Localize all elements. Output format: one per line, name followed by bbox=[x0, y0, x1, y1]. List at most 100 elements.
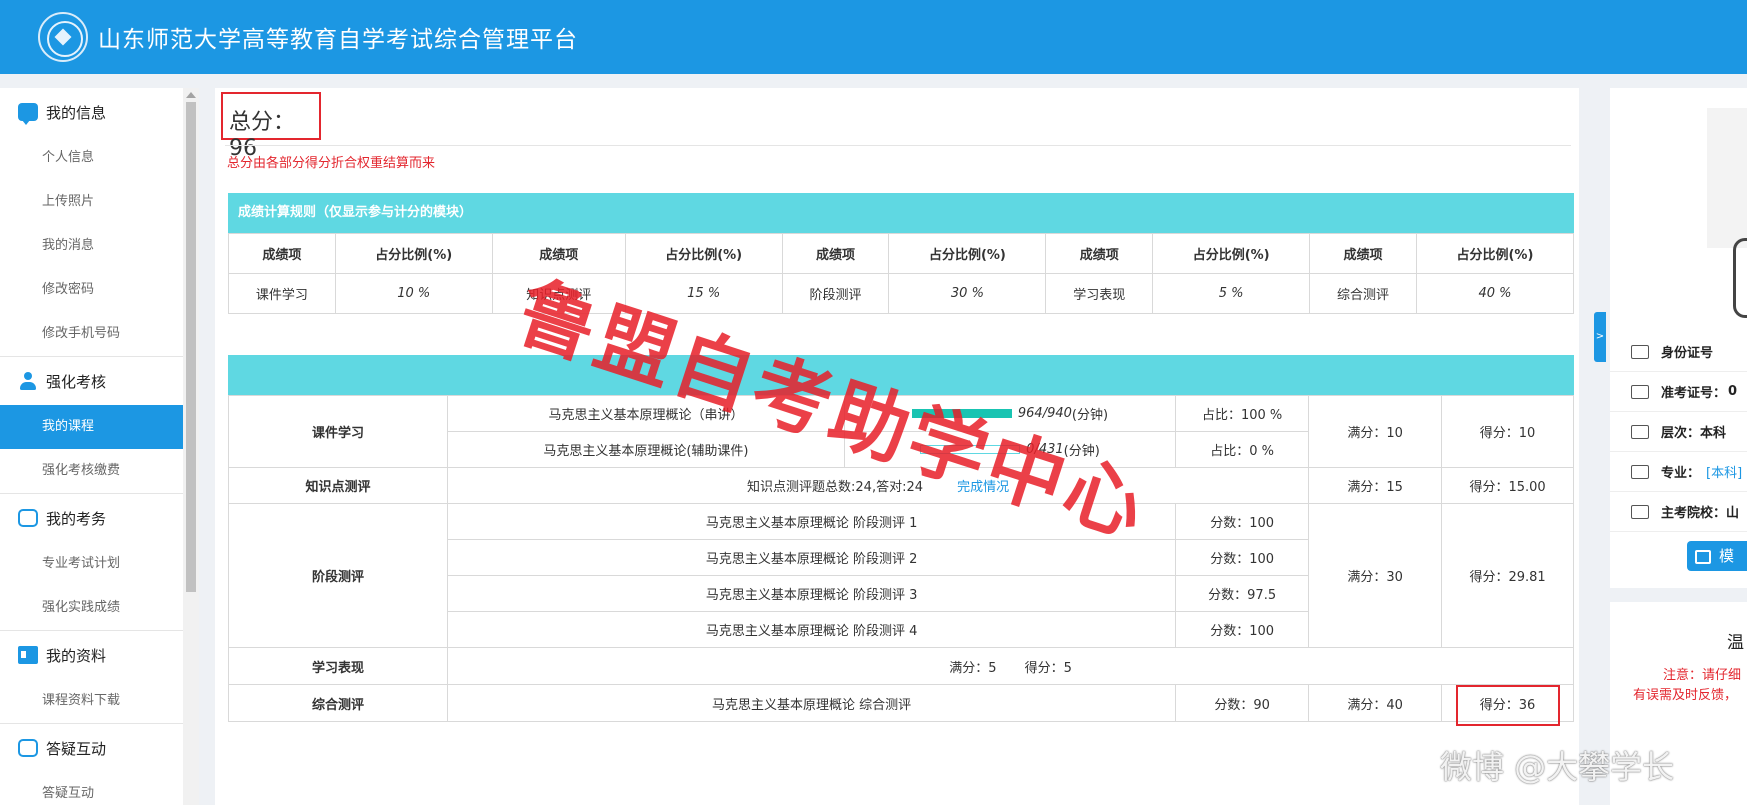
course-progress: 964/940 (分钟) bbox=[843, 395, 1177, 432]
rule-item-name: 课件学习 bbox=[228, 273, 336, 314]
info-label: 层次： bbox=[1661, 426, 1701, 441]
nav-group-qa: 答疑互动 答疑互动 bbox=[0, 724, 183, 805]
sidebar-item-upload-photo[interactable]: 上传照片 bbox=[0, 180, 183, 224]
scrollbar-thumb[interactable] bbox=[186, 102, 196, 592]
nav-head-label: 我的考务 bbox=[46, 509, 107, 528]
stage-test-score: 分数：100 bbox=[1175, 611, 1310, 648]
sidebar-item-material-download[interactable]: 课程资料下载 bbox=[0, 679, 183, 723]
weibo-watermark: 微博 @大攀学长 bbox=[1440, 748, 1675, 786]
progress-time: 964/940 bbox=[1017, 406, 1072, 421]
course-title[interactable]: 马克思主义基本原理概论(辅助课件) bbox=[447, 431, 845, 468]
info-value: 山 bbox=[1726, 506, 1740, 521]
category-knowledge: 知识点测评 bbox=[227, 467, 449, 504]
nav-head-exam-affairs[interactable]: 我的考务 bbox=[0, 494, 183, 542]
sidebar-item-change-phone[interactable]: 修改手机号码 bbox=[0, 312, 183, 356]
course-share: 占比：100 % bbox=[1175, 395, 1310, 432]
table-row: 阶段测评 马克思主义基本原理概论 阶段测评 1 分数：100 满分：30 得分：… bbox=[227, 503, 1574, 648]
main-content: 总分：96 总分由各部分得分折合权重结算而来 成绩计算规则（仅显示参与计分的模块… bbox=[215, 88, 1579, 805]
student-info-panel: 身份证号 准考证号： 0 层次： 本科 专业： [本科] 主考院校： 山 模 bbox=[1610, 88, 1747, 588]
highlight-box bbox=[1456, 685, 1560, 726]
mock-exam-button[interactable]: 模 bbox=[1687, 541, 1747, 571]
stage-test-title[interactable]: 马克思主义基本原理概论 阶段测评 4 bbox=[447, 611, 1177, 648]
nav-head-label: 强化考核 bbox=[46, 372, 107, 391]
rules-header-ratio: 占分比例(%) bbox=[888, 233, 1047, 274]
stage-test-title[interactable]: 马克思主义基本原理概论 阶段测评 1 bbox=[447, 503, 1177, 540]
rule-item-ratio: 10 % bbox=[334, 273, 493, 314]
earned-score: 得分：15.00 bbox=[1441, 467, 1574, 504]
chat-bubble-icon bbox=[18, 509, 38, 527]
nav-head-qa[interactable]: 答疑互动 bbox=[0, 724, 183, 772]
sidebar-item-practice-scores[interactable]: 强化实践成绩 bbox=[0, 586, 183, 630]
info-label: 主考院校： bbox=[1661, 506, 1727, 521]
rule-item-name: 知识点测评 bbox=[491, 273, 626, 314]
nav-group-exam-affairs: 我的考务 专业考试计划 强化实践成绩 bbox=[0, 494, 183, 631]
sidebar-item-exam-plan[interactable]: 专业考试计划 bbox=[0, 542, 183, 586]
full-score: 满分：40 bbox=[1308, 684, 1443, 722]
info-label: 专业： bbox=[1661, 466, 1701, 481]
scroll-up-arrow-icon[interactable] bbox=[186, 92, 196, 98]
full-score: 满分：30 bbox=[1308, 503, 1443, 648]
category-courseware: 课件学习 bbox=[227, 395, 449, 468]
score-rules-table: 成绩项 占分比例(%) 成绩项 占分比例(%) 成绩项 占分比例(%) 成绩项 … bbox=[228, 233, 1575, 314]
course-progress: 0/431 (分钟) bbox=[843, 431, 1177, 468]
sidebar-item-qa[interactable]: 答疑互动 bbox=[0, 772, 183, 805]
score-detail-header bbox=[228, 355, 1574, 395]
rule-item-name: 阶段测评 bbox=[781, 273, 890, 314]
earned-score-cell: 得分：36 bbox=[1441, 684, 1574, 726]
rules-header-item: 成绩项 bbox=[781, 233, 890, 274]
completion-link[interactable]: 完成情况 bbox=[957, 480, 1009, 495]
sidebar-item-assessment-payment[interactable]: 强化考核缴费 bbox=[0, 449, 183, 493]
info-row-level: 层次： 本科 bbox=[1610, 412, 1747, 452]
panel-collapse-toggle[interactable]: > bbox=[1594, 312, 1606, 362]
table-row: 成绩项 占分比例(%) 成绩项 占分比例(%) 成绩项 占分比例(%) 成绩项 … bbox=[228, 233, 1575, 274]
course-title[interactable]: 马克思主义基本原理概论（串讲） bbox=[447, 395, 845, 432]
rules-header-item: 成绩项 bbox=[491, 233, 626, 274]
comprehensive-test-title[interactable]: 马克思主义基本原理概论 综合测评 bbox=[447, 684, 1177, 722]
student-photo bbox=[1707, 108, 1747, 248]
stage-test-title[interactable]: 马克思主义基本原理概论 阶段测评 3 bbox=[447, 575, 1177, 612]
info-row-institution: 主考院校： 山 bbox=[1610, 492, 1747, 532]
performance-summary: 满分：5 得分：5 bbox=[447, 647, 1574, 685]
rules-header-ratio: 占分比例(%) bbox=[1152, 233, 1311, 274]
stage-test-title[interactable]: 马克思主义基本原理概论 阶段测评 2 bbox=[447, 539, 1177, 576]
score-detail-section: 课件学习 马克思主义基本原理概论（串讲） 964/940 (分钟) 占比：100 … bbox=[227, 355, 1574, 726]
sidebar-item-change-password[interactable]: 修改密码 bbox=[0, 268, 183, 312]
knowledge-stats: 知识点测评题总数:24,答对:24 bbox=[747, 480, 924, 495]
sidebar-item-my-messages[interactable]: 我的消息 bbox=[0, 224, 183, 268]
info-row-major: 专业： [本科] bbox=[1610, 452, 1747, 492]
earned-score: 得分：29.81 bbox=[1441, 503, 1574, 648]
sidebar: 我的信息 个人信息 上传照片 我的消息 修改密码 修改手机号码 强化考核 我的课… bbox=[0, 88, 183, 805]
app-header: 山东师范大学高等教育自学考试综合管理平台 bbox=[0, 0, 1747, 74]
book-icon bbox=[1631, 464, 1649, 479]
app-title: 山东师范大学高等教育自学考试综合管理平台 bbox=[98, 27, 578, 53]
books-icon bbox=[1631, 424, 1649, 439]
table-row: 课件学习 马克思主义基本原理概论（串讲） 964/940 (分钟) 占比：100 … bbox=[227, 395, 1574, 468]
nav-group-materials: 我的资料 课程资料下载 bbox=[0, 631, 183, 724]
table-row: 课件学习 10 % 知识点测评 15 % 阶段测评 30 % 学习表现 5 % … bbox=[228, 273, 1575, 314]
rule-item-ratio: 5 % bbox=[1152, 273, 1311, 314]
nav-head-assessment[interactable]: 强化考核 bbox=[0, 357, 183, 405]
sidebar-item-personal-info[interactable]: 个人信息 bbox=[0, 136, 183, 180]
nav-head-label: 答疑互动 bbox=[46, 739, 107, 758]
sidebar-item-my-courses[interactable]: 我的课程 bbox=[0, 405, 183, 449]
stage-test-score: 分数：97.5 bbox=[1175, 575, 1310, 612]
full-score: 满分：15 bbox=[1308, 467, 1443, 504]
nav-head-materials[interactable]: 我的资料 bbox=[0, 631, 183, 679]
qa-bubble-icon bbox=[18, 739, 38, 757]
rule-item-ratio: 40 % bbox=[1415, 273, 1575, 314]
notice-line: 注意：请仔细 bbox=[1663, 668, 1742, 683]
rules-header-item: 成绩项 bbox=[1309, 233, 1417, 274]
document-icon bbox=[1631, 504, 1649, 519]
id-card-icon bbox=[1631, 344, 1649, 359]
info-value: 本科 bbox=[1700, 426, 1727, 441]
divider bbox=[225, 145, 1571, 146]
full-score: 满分：5 bbox=[949, 660, 997, 676]
info-label: 身份证号 bbox=[1661, 346, 1714, 361]
info-row-id-number: 身份证号 bbox=[1610, 332, 1747, 372]
total-score: 总分：96 bbox=[221, 92, 321, 161]
category-performance: 学习表现 bbox=[227, 647, 449, 685]
sidebar-scrollbar[interactable] bbox=[183, 88, 199, 805]
photo-placeholder-icon bbox=[1733, 238, 1747, 318]
nav-head-my-info[interactable]: 我的信息 bbox=[0, 88, 183, 136]
stage-test-score: 分数：100 bbox=[1175, 539, 1310, 576]
